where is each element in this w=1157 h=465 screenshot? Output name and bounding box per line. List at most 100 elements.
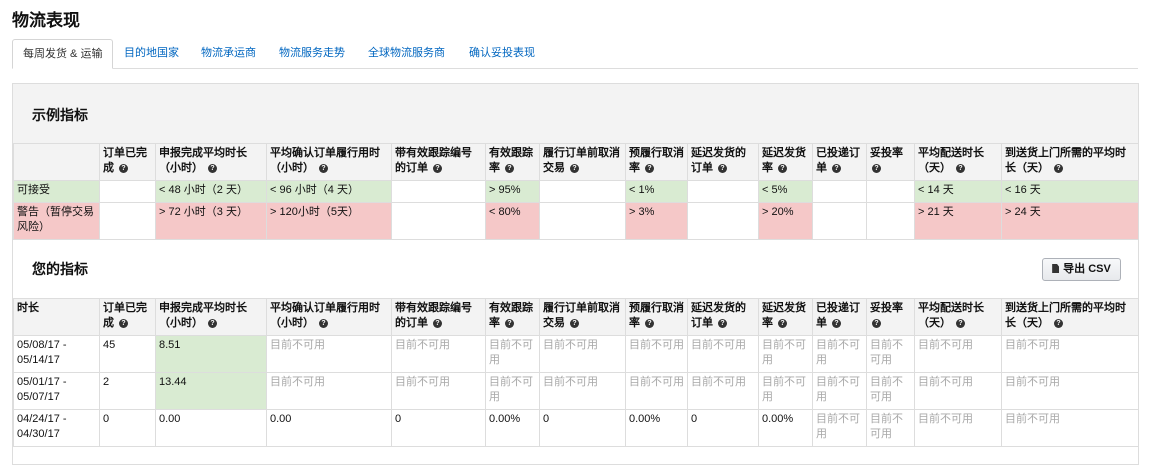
table-cell [99,202,156,240]
table-cell: 0 [391,409,486,447]
table-cell: 目前不可用 [866,409,915,447]
table-cell: 目前不可用 [812,372,867,410]
panel-header [13,84,1138,143]
tab-destination-country[interactable]: 目的地国家 [124,39,179,67]
tab-carriers[interactable]: 物流承运商 [201,39,256,67]
table-row: 警告（暂停交易风险） > 72 小时（3 天） > 120小时（5天） < 80… [13,202,1139,240]
col-header: 平均确认订单履行用时（小时） ? [266,143,392,181]
help-icon[interactable]: ? [832,319,842,328]
col-header: 有效跟踪率 ? [485,298,540,336]
export-csv-button[interactable]: 导出 CSV [1042,258,1121,281]
help-icon[interactable]: ? [433,164,443,173]
help-icon[interactable]: ? [645,319,655,328]
help-icon[interactable]: ? [872,319,881,328]
table-cell [866,180,915,203]
table-cell: 0.00% [758,409,813,447]
table-cell: 目前不可用 [625,335,688,373]
col-header: 订单已完成 ? [99,298,156,336]
table-cell: > 95% [485,180,540,203]
table-cell: 13.44 [155,372,267,410]
table-cell: 0 [539,409,626,447]
help-icon[interactable]: ? [570,164,580,173]
help-icon[interactable]: ? [956,164,966,173]
help-icon[interactable]: ? [208,164,218,173]
table-cell [812,202,867,240]
table-cell: 2 [99,372,156,410]
col-header: 延迟发货率 ? [758,143,813,181]
table-cell: 目前不可用 [1001,335,1139,373]
col-header: 到送货上门所需的平均时长（天） ? [1001,143,1139,181]
help-icon[interactable]: ? [119,319,129,328]
col-header: 已投递订单 ? [812,143,867,181]
table-cell: > 21 天 [914,202,1002,240]
table-row: 可接受 < 48 小时（2 天） < 96 小时（4 天） > 95% < 1%… [13,180,1139,203]
table-cell: 目前不可用 [914,409,1002,447]
example-metrics-table: 订单已完成 ? 申报完成平均时长（小时） ? 平均确认订单履行用时（小时） ? … [13,143,1139,240]
table-cell: 目前不可用 [266,335,392,373]
table-cell: 目前不可用 [687,372,759,410]
help-icon[interactable]: ? [505,164,515,173]
col-header: 延迟发货的订单 ? [687,143,759,181]
tab-global-providers[interactable]: 全球物流服务商 [368,39,445,67]
col-header: 带有效跟踪编号的订单 ? [391,143,486,181]
help-icon[interactable]: ? [645,164,655,173]
col-header: 有效跟踪率 ? [485,143,540,181]
table-cell: 目前不可用 [485,335,540,373]
col-header: 履行订单前取消交易 ? [539,143,626,181]
help-icon[interactable]: ? [778,164,788,173]
table-cell: > 72 小时（3 天） [155,202,267,240]
help-icon[interactable]: ? [872,164,881,173]
table-cell: < 96 小时（4 天） [266,180,392,203]
help-icon[interactable]: ? [570,319,580,328]
table-cell: > 20% [758,202,813,240]
help-icon[interactable]: ? [319,319,329,328]
table-cell: 目前不可用 [485,372,540,410]
table-cell [812,180,867,203]
table-cell: < 14 天 [914,180,1002,203]
help-icon[interactable]: ? [208,319,218,328]
help-icon[interactable]: ? [832,164,842,173]
help-icon[interactable]: ? [433,319,443,328]
row-label: 可接受 [13,180,100,203]
col-header: 订单已完成 ? [99,143,156,181]
table-cell [866,202,915,240]
tab-service-trends[interactable]: 物流服务走势 [279,39,345,67]
tab-weekly-shipping[interactable]: 每周发货 & 运输 [12,39,114,69]
help-icon[interactable]: ? [718,319,728,328]
col-header: 预履行取消率 ? [625,298,688,336]
help-icon[interactable]: ? [956,319,966,328]
col-header: 已投递订单 ? [812,298,867,336]
table-cell: 目前不可用 [539,335,626,373]
table-cell: > 24 天 [1001,202,1139,240]
page-title: 物流表现 [12,11,80,30]
table-cell: 0 [99,409,156,447]
table-cell [687,202,759,240]
help-icon[interactable]: ? [1054,164,1064,173]
help-icon[interactable]: ? [1054,319,1064,328]
table-row: 05/01/17 - 05/07/17 2 13.44 目前不可用 目前不可用 … [13,372,1139,410]
help-icon[interactable]: ? [718,164,728,173]
table-cell: 目前不可用 [266,372,392,410]
col-header: 带有效跟踪编号的订单 ? [391,298,486,336]
table-cell: 目前不可用 [391,372,486,410]
col-header: 平均确认订单履行用时（小时） ? [266,298,392,336]
table-cell: < 5% [758,180,813,203]
help-icon[interactable]: ? [319,164,329,173]
table-cell: 目前不可用 [914,335,1002,373]
table-cell: 0.00 [266,409,392,447]
table-cell: < 1% [625,180,688,203]
col-header: 履行订单前取消交易 ? [539,298,626,336]
table-cell: 0.00% [625,409,688,447]
help-icon[interactable]: ? [505,319,515,328]
tab-delivery-confirmation[interactable]: 确认妥投表现 [469,39,535,67]
table-cell: 0 [687,409,759,447]
table-cell: 目前不可用 [758,372,813,410]
example-metrics-title: 示例指标 [32,107,88,123]
col-header: 平均配送时长（天） ? [914,143,1002,181]
help-icon[interactable]: ? [119,164,129,173]
col-header: 时长 [13,298,100,336]
table-cell: < 48 小时（2 天） [155,180,267,203]
help-icon[interactable]: ? [778,319,788,328]
table-cell: > 120小时（5天） [266,202,392,240]
table-cell: 目前不可用 [866,372,915,410]
